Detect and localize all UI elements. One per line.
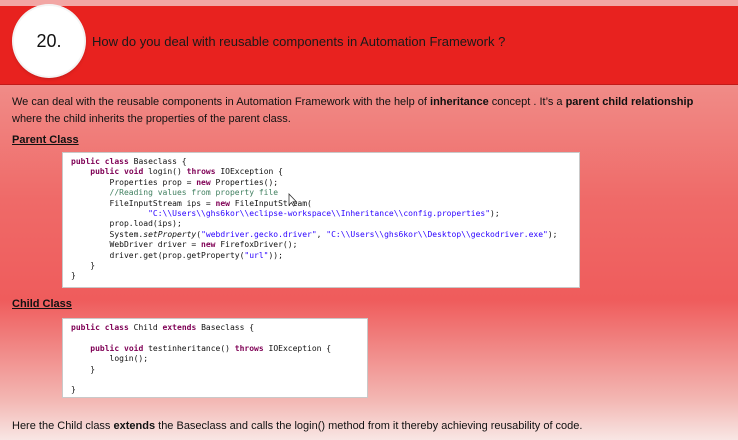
child-code-line: } [71, 364, 96, 374]
parent-code-line: prop.load(ips); [71, 219, 182, 229]
child-class-label: Child Class [12, 298, 72, 310]
question-number: 20. [36, 30, 62, 51]
parent-code-line: "C:\\Users\\ghs6kor\\eclipse-workspace\\… [148, 209, 500, 219]
parent-code-line: System.setProperty("webdriver.gecko.driv… [71, 229, 558, 239]
child-code-line [71, 375, 359, 385]
question-number-badge: 20. [14, 6, 84, 76]
parent-code-line: } [71, 271, 76, 281]
child-code-line: login(); [71, 354, 149, 364]
parent-code-line: WebDriver driver = new FirefoxDriver(); [71, 240, 298, 250]
child-code-line [71, 333, 359, 343]
intro-text-1: We can deal with the reusable components… [12, 96, 431, 108]
child-code-line: } [71, 385, 76, 395]
parent-code-line: //Reading values from property file [71, 188, 279, 198]
slide-header: 20. How do you deal with reusable compon… [0, 0, 738, 85]
header-top-strip [0, 0, 738, 6]
parent-code-line: } [71, 261, 96, 271]
parent-code-line: driver.get(prop.getProperty("url")); [71, 250, 283, 260]
mouse-pointer-icon [288, 193, 298, 207]
parent-class-label: Parent Class [12, 134, 79, 146]
outro-bold-extends: extends [113, 420, 156, 432]
outro-paragraph: Here the Child class extends the Basecla… [12, 420, 732, 432]
intro-text-3: where the child inherits the properties … [12, 113, 291, 125]
intro-paragraph: We can deal with the reusable components… [12, 94, 732, 128]
child-code-line: public class Child extends Baseclass { [71, 323, 255, 332]
child-code-line: public void testinheritance() throws IOE… [90, 343, 332, 353]
child-class-code-block: public class Child extends Baseclass { p… [62, 318, 368, 398]
intro-text-2: concept . It’s a [488, 96, 566, 108]
intro-bold-relationship: parent child relationship [565, 96, 694, 108]
outro-text-1: Here the Child class [12, 420, 114, 432]
outro-text-2: the Baseclass and calls the login() meth… [155, 420, 583, 432]
parent-code-line: Properties prop = new Properties(); [71, 177, 279, 187]
question-title: How do you deal with reusable components… [92, 34, 506, 49]
intro-bold-inheritance: inheritance [430, 96, 489, 108]
parent-code-line: FileInputStream ips = new FileInputStrea… [71, 198, 312, 208]
parent-class-code-block: public class Baseclass { public void log… [62, 152, 580, 288]
parent-code-line: public class Baseclass { [71, 157, 187, 166]
parent-code-line: public void login() throws IOException { [90, 167, 283, 177]
